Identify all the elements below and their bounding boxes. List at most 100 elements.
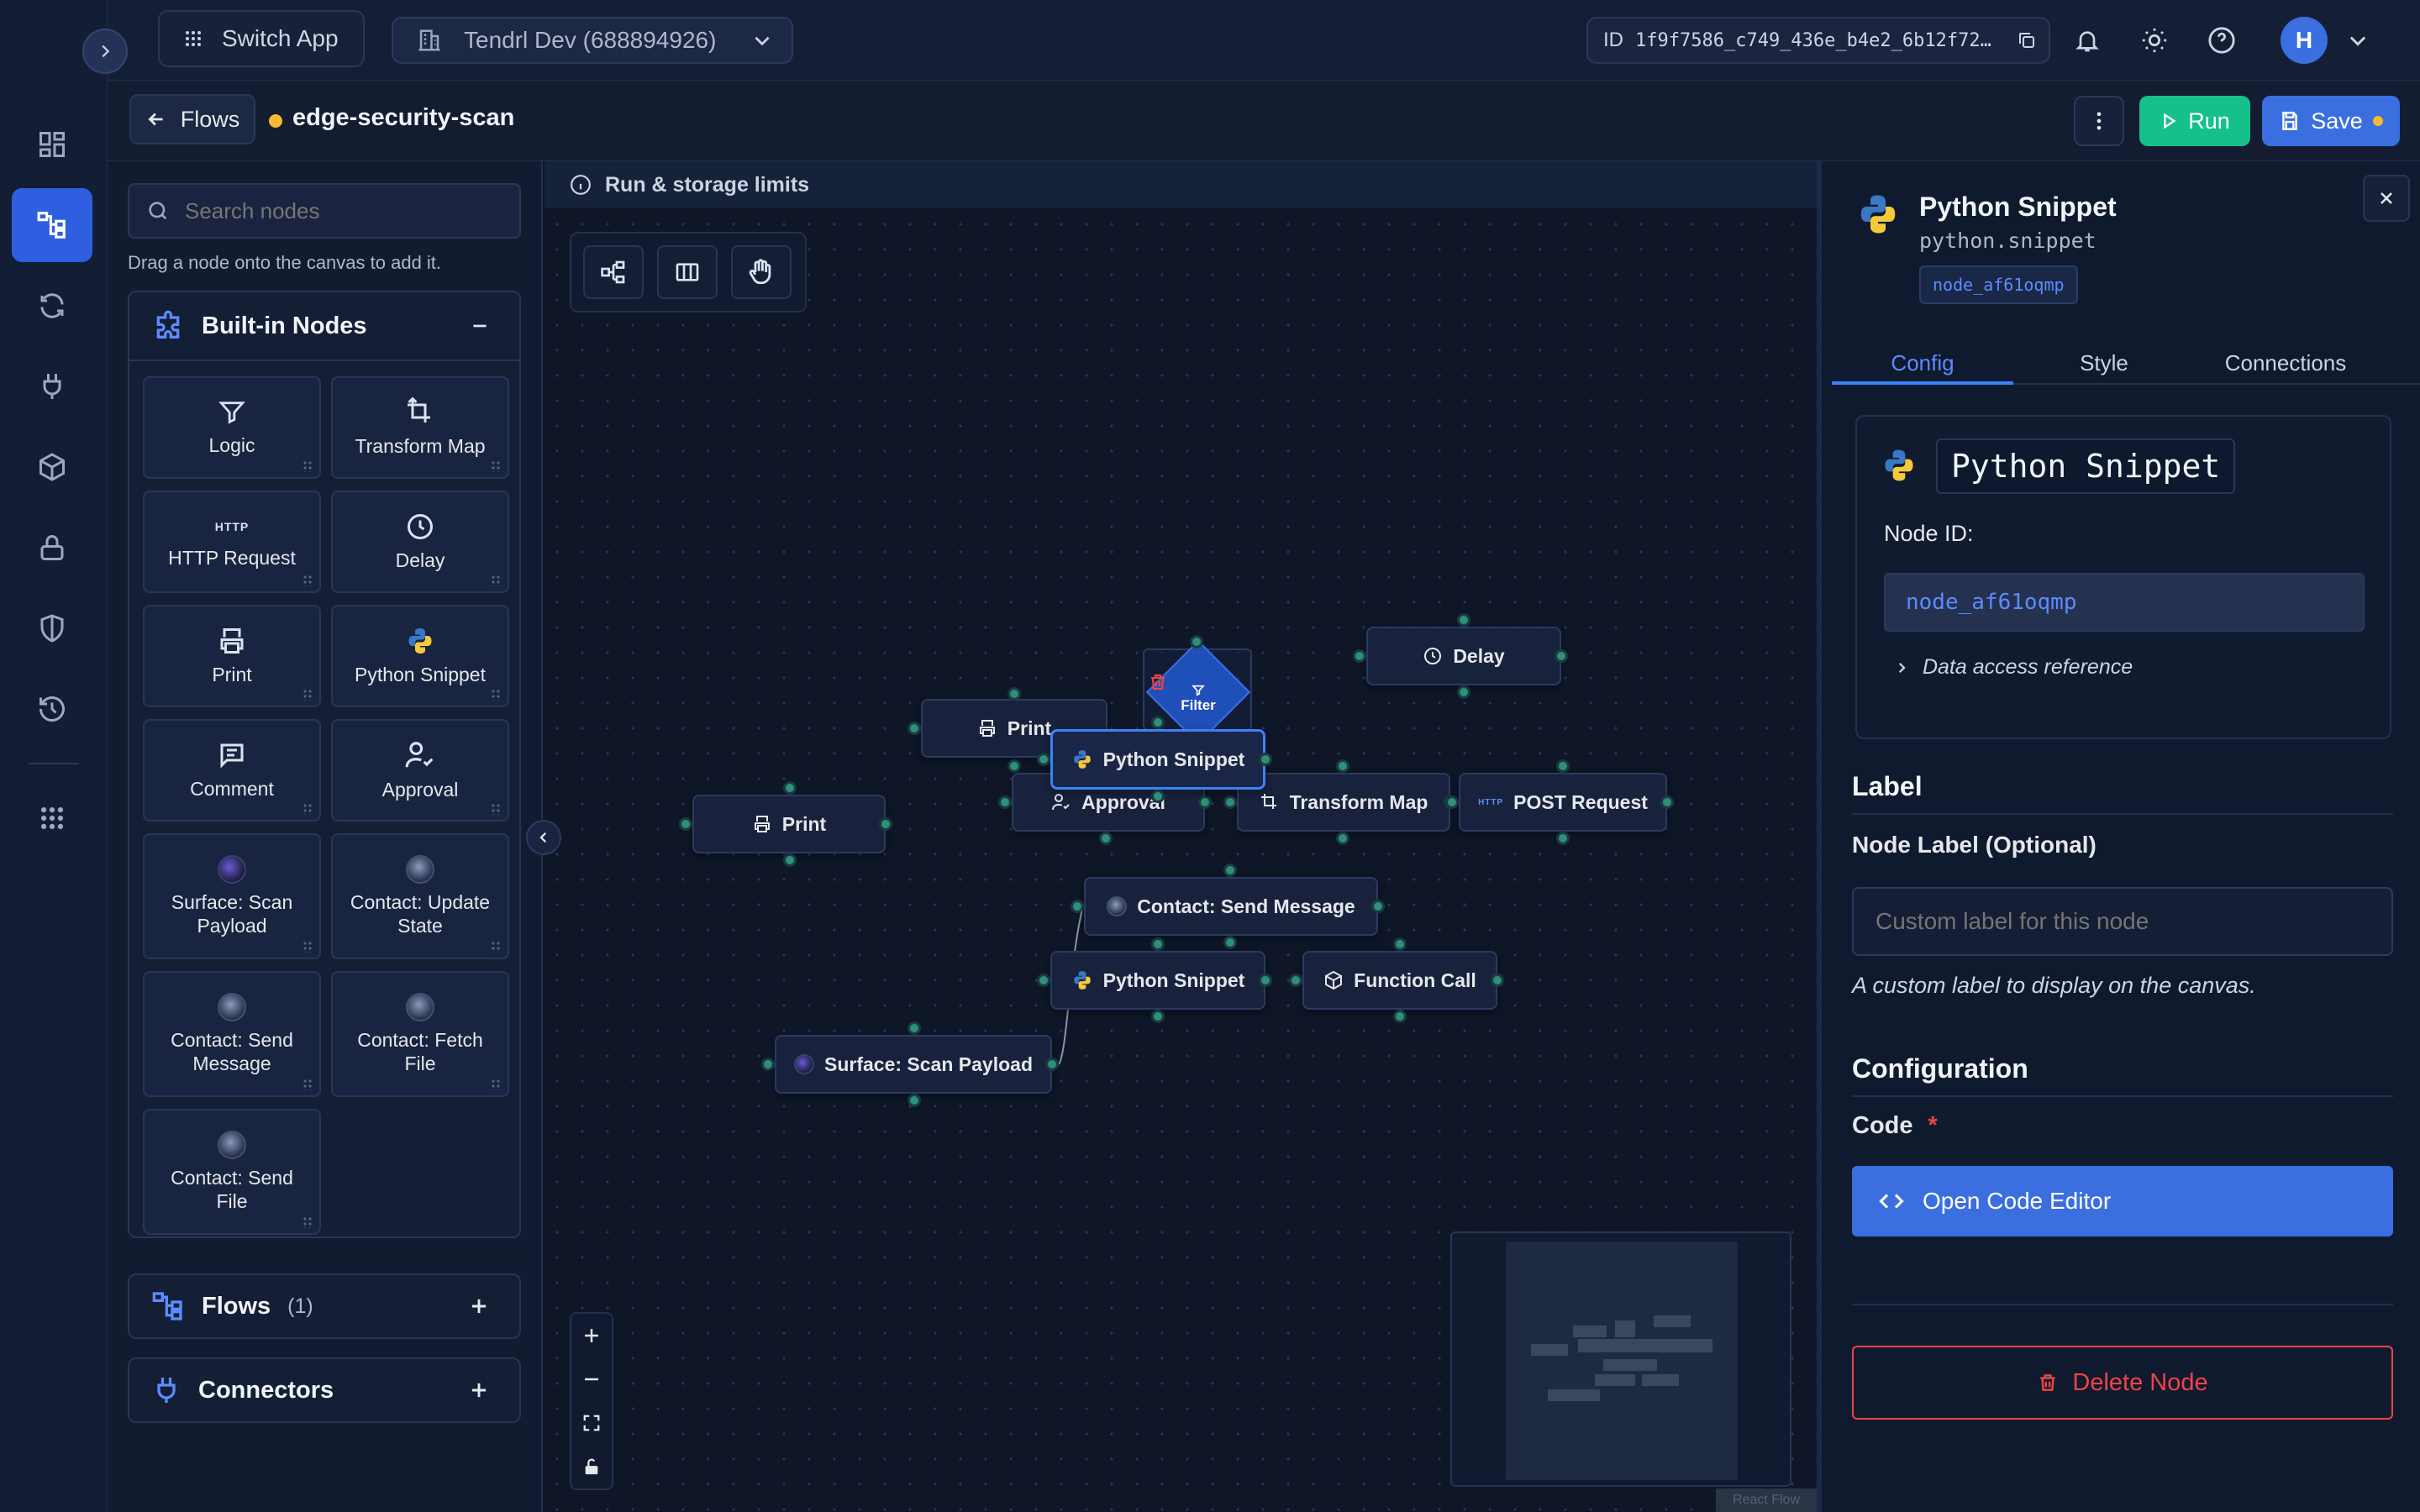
node-handle[interactable] xyxy=(1457,685,1470,699)
open-code-editor-button[interactable]: Open Code Editor xyxy=(1852,1166,2393,1236)
node-tile-transform-map[interactable]: Transform Map xyxy=(331,376,509,479)
flow-node-python-snippet-selected[interactable]: Python Snippet xyxy=(1050,729,1265,790)
node-handle[interactable] xyxy=(1393,1010,1407,1023)
node-tile-delay[interactable]: Delay xyxy=(331,491,509,593)
node-tile-print[interactable]: Print xyxy=(143,605,321,707)
tab-config[interactable]: Config xyxy=(1832,338,2013,388)
search-input[interactable] xyxy=(185,197,504,224)
node-tile-contact-fetch-file[interactable]: Contact: Fetch File xyxy=(331,971,509,1097)
minimap[interactable] xyxy=(1450,1231,1791,1487)
node-tile-contact-send-message[interactable]: Contact: Send Message xyxy=(143,971,321,1097)
flow-node-delay[interactable]: Delay xyxy=(1366,627,1561,685)
more-options-button[interactable] xyxy=(2074,96,2124,146)
node-handle[interactable] xyxy=(1007,687,1021,701)
node-id-value[interactable]: node_af61oqmp xyxy=(1884,573,2365,632)
node-handle[interactable] xyxy=(1491,974,1504,987)
zoom-out-button[interactable] xyxy=(578,1362,605,1396)
attribution[interactable]: React Flow xyxy=(1716,1488,1817,1512)
add-connector-icon[interactable] xyxy=(467,1378,491,1402)
node-handle[interactable] xyxy=(879,817,892,831)
rail-packages[interactable] xyxy=(12,430,92,504)
notifications-button[interactable] xyxy=(2064,17,2111,64)
collapse-icon[interactable] xyxy=(469,315,491,337)
node-tile-approval[interactable]: Approval xyxy=(331,719,509,822)
rail-flows[interactable] xyxy=(12,188,92,262)
node-handle[interactable] xyxy=(908,722,921,735)
node-tile-python-snippet[interactable]: Python Snippet xyxy=(331,605,509,707)
save-button[interactable]: Save xyxy=(2262,96,2400,146)
node-tile-contact-send-file[interactable]: Contact: Send File xyxy=(143,1109,321,1235)
node-handle[interactable] xyxy=(1336,759,1349,773)
node-label-field[interactable] xyxy=(1852,887,2393,956)
node-handle[interactable] xyxy=(1190,635,1203,648)
avatar[interactable]: H xyxy=(2281,17,2328,64)
delete-node-button[interactable] xyxy=(1148,672,1168,692)
palette-collapse-button[interactable] xyxy=(526,820,561,855)
flow-node-function-call[interactable]: Function Call xyxy=(1302,951,1497,1010)
node-handle[interactable] xyxy=(679,817,692,831)
node-handle[interactable] xyxy=(1223,936,1237,949)
node-handle[interactable] xyxy=(1037,974,1050,987)
flow-node-print-left[interactable]: Print xyxy=(692,795,886,853)
flow-node-transform-map[interactable]: Transform Map xyxy=(1237,773,1450,832)
rail-sync[interactable] xyxy=(12,269,92,343)
help-button[interactable] xyxy=(2198,17,2245,64)
workspace-selector[interactable]: Tendrl Dev (688894926) xyxy=(392,17,793,64)
rail-dashboard[interactable] xyxy=(12,108,92,181)
node-handle[interactable] xyxy=(1393,937,1407,951)
delete-node-button[interactable]: Delete Node xyxy=(1852,1346,2393,1420)
theme-toggle-button[interactable] xyxy=(2131,17,2178,64)
flows-section[interactable]: Flows (1) xyxy=(128,1273,521,1339)
search-nodes-field[interactable] xyxy=(128,183,521,239)
node-handle[interactable] xyxy=(908,1021,921,1035)
close-panel-button[interactable] xyxy=(2363,175,2410,222)
add-flow-icon[interactable] xyxy=(467,1294,491,1318)
node-handle[interactable] xyxy=(1151,790,1165,803)
node-handle[interactable] xyxy=(1556,832,1570,845)
card-title-editable[interactable]: Python Snippet xyxy=(1936,438,2236,494)
node-handle[interactable] xyxy=(1555,649,1568,663)
node-tile-http-request[interactable]: HTTP HTTP Request xyxy=(143,491,321,593)
rail-expand-button[interactable] xyxy=(82,29,128,74)
node-handle[interactable] xyxy=(1151,937,1165,951)
run-button[interactable]: Run xyxy=(2139,96,2250,146)
builtin-nodes-header[interactable]: Built-in Nodes xyxy=(129,292,519,361)
node-handle[interactable] xyxy=(761,1058,775,1071)
fit-view-button[interactable] xyxy=(578,1406,605,1440)
node-handle[interactable] xyxy=(1151,716,1165,729)
node-handle[interactable] xyxy=(1660,795,1674,809)
copy-icon[interactable] xyxy=(2017,30,2037,50)
rail-history[interactable] xyxy=(12,672,92,746)
node-handle[interactable] xyxy=(1289,974,1302,987)
node-handle[interactable] xyxy=(1099,832,1113,845)
rail-connectors[interactable] xyxy=(12,349,92,423)
node-handle[interactable] xyxy=(1198,795,1212,809)
flow-canvas[interactable]: Run & storage limits Print Filter Delay xyxy=(544,161,1817,1512)
node-handle[interactable] xyxy=(1336,832,1349,845)
flow-node-post-request[interactable]: HTTP POST Request xyxy=(1459,773,1667,832)
node-handle[interactable] xyxy=(998,795,1012,809)
data-access-reference-toggle[interactable]: Data access reference xyxy=(1894,655,2133,680)
node-handle[interactable] xyxy=(783,781,797,795)
node-label-input[interactable] xyxy=(1876,908,2371,935)
node-handle[interactable] xyxy=(1353,649,1366,663)
node-tile-surface-scan-payload[interactable]: Surface: Scan Payload xyxy=(143,833,321,959)
node-tile-contact-update-state[interactable]: Contact: Update State xyxy=(331,833,509,959)
flow-node-surface-scan-payload[interactable]: Surface: Scan Payload xyxy=(775,1035,1052,1094)
node-handle[interactable] xyxy=(1045,1058,1059,1071)
flow-node-python-snippet-lower[interactable]: Python Snippet xyxy=(1050,951,1265,1010)
node-handle[interactable] xyxy=(1071,900,1084,913)
node-handle[interactable] xyxy=(1457,613,1470,627)
back-to-flows-button[interactable]: Flows xyxy=(129,94,255,144)
node-handle[interactable] xyxy=(1445,795,1459,809)
account-menu-button[interactable] xyxy=(2334,17,2381,64)
node-handle[interactable] xyxy=(1007,759,1021,773)
node-handle[interactable] xyxy=(1223,795,1237,809)
node-tile-logic[interactable]: Logic xyxy=(143,376,321,479)
tab-style[interactable]: Style xyxy=(2013,338,2195,388)
tab-connections[interactable]: Connections xyxy=(2195,338,2376,388)
node-handle[interactable] xyxy=(1151,1010,1165,1023)
node-handle[interactable] xyxy=(908,1094,921,1107)
rail-secrets[interactable] xyxy=(12,511,92,585)
switch-app-button[interactable]: Switch App xyxy=(158,10,365,67)
